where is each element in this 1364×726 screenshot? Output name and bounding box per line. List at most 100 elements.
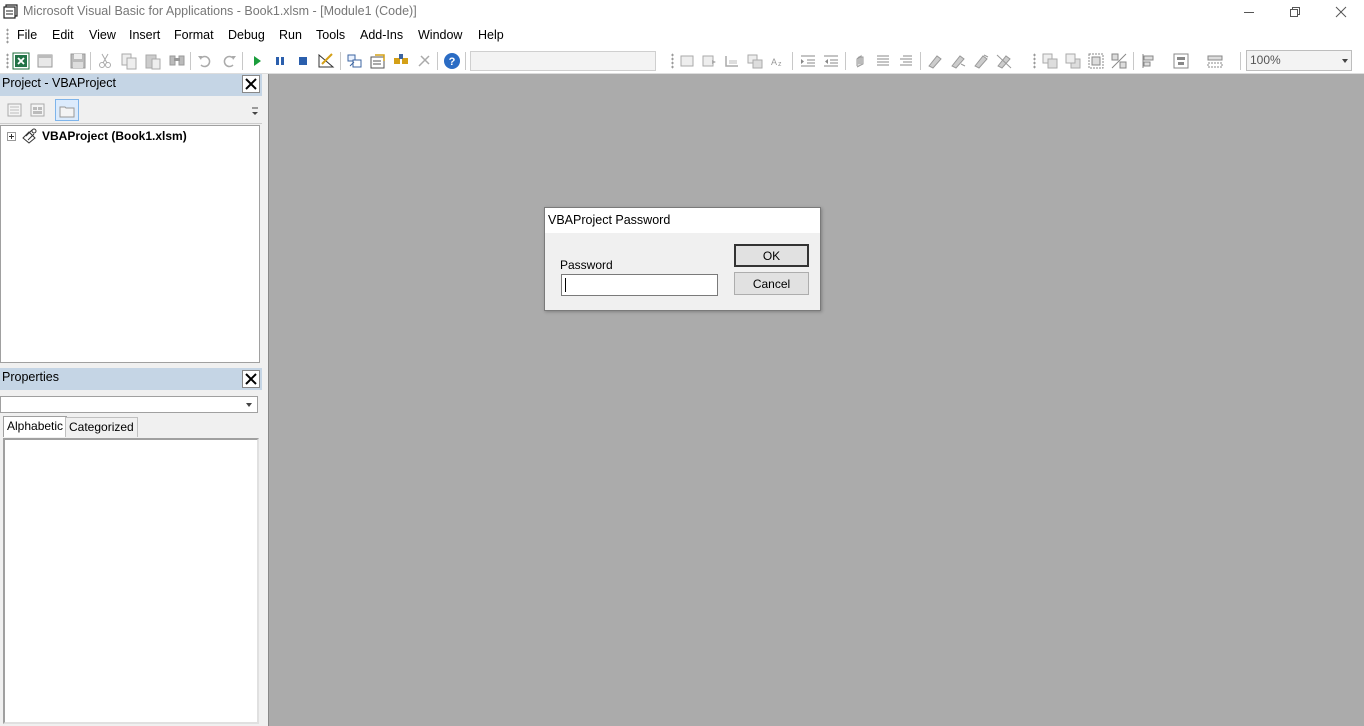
svg-text:z: z [778, 61, 782, 68]
menu-debug[interactable]: Debug [228, 28, 265, 42]
save-icon[interactable] [69, 52, 87, 70]
chevron-down-icon[interactable] [1342, 59, 1348, 63]
menu-edit[interactable]: Edit [52, 28, 74, 42]
copy-icon[interactable] [120, 52, 138, 70]
break-icon[interactable] [271, 52, 289, 70]
design-mode-icon[interactable] [317, 52, 335, 70]
restore-icon [1290, 7, 1300, 17]
list-constants-icon[interactable] [700, 52, 718, 70]
toolbar-separator [465, 52, 466, 70]
view-code-icon[interactable] [7, 102, 23, 118]
next-bookmark-icon[interactable] [949, 52, 967, 70]
properties-header: Properties [0, 368, 262, 390]
comment-block-icon[interactable] [874, 52, 892, 70]
previous-bookmark-icon[interactable] [972, 52, 990, 70]
procedure-combo[interactable] [470, 51, 656, 71]
quick-info-icon[interactable] [723, 52, 741, 70]
svg-text:?: ? [449, 56, 456, 68]
menu-run[interactable]: Run [279, 28, 302, 42]
menu-file[interactable]: File [17, 28, 37, 42]
properties-grid[interactable] [3, 438, 259, 724]
menu-view[interactable]: View [89, 28, 116, 42]
indent-icon[interactable] [799, 52, 817, 70]
run-icon[interactable] [248, 52, 266, 70]
properties-title: Properties [2, 370, 59, 384]
object-browser-icon[interactable] [392, 52, 410, 70]
undo-icon[interactable] [196, 52, 214, 70]
svg-text:A: A [771, 57, 777, 67]
paste-icon[interactable] [144, 52, 162, 70]
restore-button[interactable] [1272, 0, 1318, 24]
toggle-breakpoint-icon[interactable] [851, 52, 869, 70]
redo-icon[interactable] [220, 52, 238, 70]
menu-add-ins[interactable]: Add-Ins [360, 28, 403, 42]
edit-toolbar-grip[interactable] [671, 53, 674, 69]
tab-alphabetic[interactable]: Alphabetic [3, 416, 68, 437]
toolbox-icon[interactable] [415, 52, 433, 70]
bring-to-front-icon[interactable] [1041, 52, 1059, 70]
tab-categorized[interactable]: Categorized [65, 417, 138, 437]
toolbar-separator [437, 52, 438, 70]
tree-item-vbaproject[interactable]: VBAProject (Book1.xlsm) [42, 129, 187, 143]
close-icon [245, 78, 257, 90]
parameter-info-icon[interactable] [746, 52, 764, 70]
dialog-title: VBAProject Password [548, 213, 671, 227]
expand-toggle[interactable] [7, 132, 16, 141]
tab-alphabetic-label: Alphabetic [7, 419, 64, 433]
ok-button[interactable]: OK [734, 244, 809, 267]
view-excel-icon[interactable] [12, 52, 30, 70]
insert-userform-icon[interactable] [36, 52, 54, 70]
center-icon[interactable] [1172, 52, 1190, 70]
toolbar-grip[interactable] [6, 53, 9, 69]
zoom-value: 100% [1250, 53, 1281, 67]
properties-window: Properties Alphabetic Categorized [0, 368, 262, 726]
toolbar-separator [792, 52, 793, 70]
help-icon[interactable]: ? [443, 52, 461, 70]
menu-window[interactable]: Window [418, 28, 462, 42]
minimize-button[interactable] [1226, 0, 1272, 24]
outdent-icon[interactable] [822, 52, 840, 70]
toolbar-separator [340, 52, 341, 70]
toggle-bookmark-icon[interactable] [926, 52, 944, 70]
userform-toolbar-grip[interactable] [1033, 53, 1036, 69]
complete-word-icon[interactable]: Az [769, 52, 787, 70]
menubar-grip[interactable] [6, 28, 9, 44]
project-explorer-toolbar [0, 96, 262, 124]
close-project-explorer-button[interactable] [242, 75, 260, 93]
toolbar-overflow-icon[interactable] [251, 104, 260, 118]
group-icon[interactable] [1087, 52, 1105, 70]
toggle-folders-button[interactable] [55, 99, 79, 121]
window-title: Microsoft Visual Basic for Applications … [23, 4, 417, 18]
cancel-button[interactable]: Cancel [734, 272, 809, 295]
ok-button-label: OK [762, 248, 781, 263]
menu-insert[interactable]: Insert [129, 28, 160, 42]
object-select-dropdown[interactable] [242, 398, 256, 411]
reset-icon[interactable] [294, 52, 312, 70]
menu-format[interactable]: Format [174, 28, 214, 42]
close-window-button[interactable] [1318, 0, 1364, 24]
menu-help[interactable]: Help [478, 28, 504, 42]
make-same-size-icon[interactable] [1206, 52, 1224, 70]
password-input[interactable] [561, 274, 718, 296]
view-object-icon[interactable] [30, 102, 46, 118]
menu-tools[interactable]: Tools [316, 28, 345, 42]
dialog-title-bar[interactable]: VBAProject Password [545, 208, 820, 233]
list-properties-icon[interactable] [678, 52, 696, 70]
clear-bookmarks-icon[interactable] [995, 52, 1013, 70]
find-icon[interactable] [168, 52, 186, 70]
align-icon[interactable] [1140, 52, 1158, 70]
close-properties-button[interactable] [242, 370, 260, 388]
properties-window-icon[interactable] [369, 52, 387, 70]
zoom-combo[interactable]: 100% [1246, 50, 1352, 71]
object-select[interactable] [0, 396, 258, 413]
chevron-down-icon [246, 403, 252, 407]
uncomment-block-icon[interactable] [897, 52, 915, 70]
title-bar: Microsoft Visual Basic for Applications … [0, 0, 1364, 24]
project-explorer-icon[interactable] [346, 52, 364, 70]
folder-icon [59, 106, 75, 118]
send-to-back-icon[interactable] [1064, 52, 1082, 70]
project-explorer-title: Project - VBAProject [2, 76, 116, 90]
ungroup-icon[interactable] [1110, 52, 1128, 70]
toolbar-separator [845, 52, 846, 70]
cut-icon[interactable] [96, 52, 114, 70]
